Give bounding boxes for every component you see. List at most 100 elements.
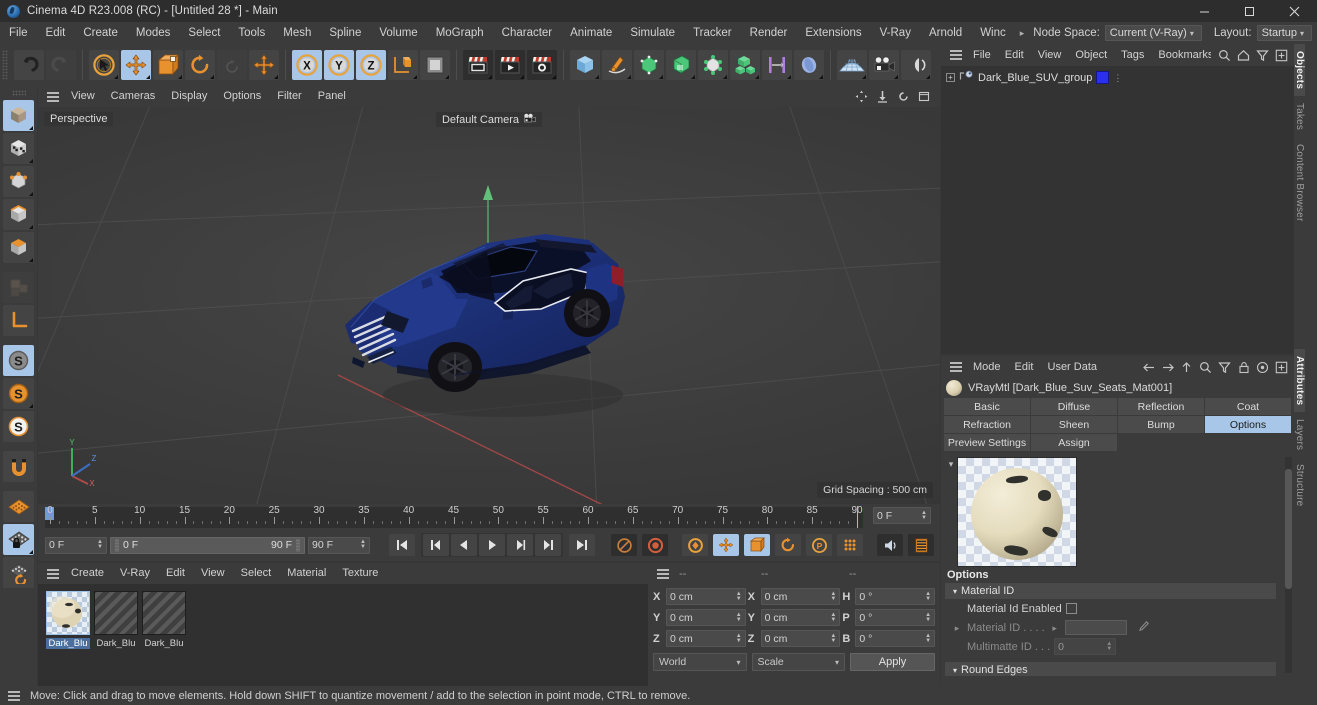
home-icon[interactable] [1236, 48, 1251, 63]
viewport-menu-filter[interactable]: Filter [269, 86, 309, 107]
material-id-enabled-checkbox[interactable] [1065, 603, 1077, 614]
spinner-icon[interactable]: ▲ ▼ [921, 510, 927, 521]
uv-mode-button[interactable] [3, 272, 34, 303]
add-floor-button[interactable] [837, 50, 867, 80]
transform-mode-select[interactable]: Scale ▾ [751, 653, 845, 671]
spinner-icon[interactable]: ▲ ▼ [830, 612, 836, 623]
status-hamburger-icon[interactable] [4, 685, 24, 705]
record-button[interactable] [642, 534, 668, 556]
material-item[interactable]: Dark_Blu [142, 591, 186, 686]
tab-coat[interactable]: Coat [1205, 398, 1291, 415]
menu-vray[interactable]: V-Ray [871, 22, 920, 44]
menu-arnold[interactable]: Arnold [920, 22, 971, 44]
attribute-menu-edit[interactable]: Edit [1008, 356, 1041, 378]
lock-workplane-button[interactable] [3, 524, 34, 555]
edges-mode-button[interactable] [3, 199, 34, 230]
rotate-tool[interactable] [185, 50, 215, 80]
forward-arrow-icon[interactable] [1160, 360, 1175, 375]
menu-simulate[interactable]: Simulate [621, 22, 684, 44]
menu-edit[interactable]: Edit [37, 22, 75, 44]
scale-tool[interactable] [153, 50, 183, 80]
suv-3d-model[interactable] [335, 207, 665, 422]
right-tab-takes[interactable]: Takes [1294, 96, 1305, 137]
target-icon[interactable] [1255, 360, 1270, 375]
object-menu-view[interactable]: View [1031, 44, 1069, 66]
object-menu-tags[interactable]: Tags [1114, 44, 1151, 66]
filter-icon[interactable] [1217, 360, 1232, 375]
object-menu-edit[interactable]: Edit [998, 44, 1031, 66]
timeline-button[interactable] [908, 534, 934, 556]
world-coordinate-system[interactable] [388, 50, 418, 80]
spinner-icon[interactable]: ▲ ▼ [925, 633, 931, 644]
right-tab-structure[interactable]: Structure [1294, 457, 1305, 513]
autokey-button[interactable] [611, 534, 637, 556]
step-back-button[interactable] [451, 534, 477, 556]
workplane-mode-button[interactable] [3, 491, 34, 522]
material-thumbnail[interactable] [94, 591, 138, 635]
tab-bump[interactable]: Bump [1118, 416, 1204, 433]
viewport-menu-options[interactable]: Options [215, 86, 269, 107]
pos-x-field[interactable]: 0 cm ▲ ▼ [666, 588, 746, 605]
spinner-icon[interactable]: ▲ ▼ [736, 633, 742, 644]
record-pla-button[interactable]: P [806, 534, 832, 556]
toolbar-grip[interactable] [2, 50, 8, 80]
step-forward-button[interactable] [507, 534, 533, 556]
coordinate-system-select[interactable]: World ▾ [653, 653, 747, 671]
timeline-start-field[interactable]: 0 F ▲ ▼ [45, 536, 107, 554]
scene-button[interactable] [762, 50, 792, 80]
record-position-button[interactable] [713, 534, 739, 556]
filter-icon[interactable] [1255, 48, 1270, 63]
menu-file[interactable]: File [0, 22, 37, 44]
object-row-dark-blue-suv-group[interactable]: + Dark_Blue_SUV_group ⋮ [941, 69, 1294, 86]
material-id-color-field[interactable] [1064, 620, 1127, 635]
spinner-icon[interactable]: ▲ ▼ [925, 591, 931, 602]
timeline-range-slider[interactable]: 0 F 90 F [110, 536, 305, 554]
next-key-button[interactable] [535, 534, 561, 556]
chevron-down-icon[interactable]: ▾ [945, 457, 957, 471]
spline-generator-button[interactable] [666, 50, 696, 80]
play-button[interactable] [479, 534, 505, 556]
menu-extensions[interactable]: Extensions [796, 22, 870, 44]
menu-render[interactable]: Render [741, 22, 797, 44]
points-mode-button[interactable] [3, 166, 34, 197]
field-button[interactable] [794, 50, 824, 80]
object-tag-swatch[interactable] [1096, 71, 1110, 84]
tab-basic[interactable]: Basic [944, 398, 1030, 415]
menu-tools[interactable]: Tools [229, 22, 274, 44]
pan-icon[interactable] [855, 90, 868, 103]
rotate-tool-alt[interactable] [217, 50, 247, 80]
eyedropper-icon[interactable] [1137, 620, 1150, 636]
previous-key-button[interactable] [423, 534, 449, 556]
tab-options[interactable]: Options [1205, 416, 1291, 433]
right-tab-objects[interactable]: Objects [1294, 44, 1305, 97]
render-to-picture-viewer-button[interactable] [495, 50, 525, 80]
back-arrow-icon[interactable] [1141, 360, 1156, 375]
planar-workplane-button[interactable] [3, 557, 34, 588]
add-spline-button[interactable] [602, 50, 632, 80]
rotate-icon[interactable] [897, 90, 910, 103]
viewport-menu-view[interactable]: View [63, 86, 103, 107]
material-menu-edit[interactable]: Edit [158, 563, 193, 584]
add-icon[interactable] [1274, 48, 1289, 63]
object-menu-file[interactable]: File [966, 44, 998, 66]
viewport-menu-panel[interactable]: Panel [310, 86, 354, 107]
chevron-right-icon[interactable]: ▸ [951, 621, 963, 635]
current-frame-field[interactable]: 0 F ▲ ▼ [873, 507, 931, 524]
spinner-icon[interactable]: ▲ ▼ [736, 612, 742, 623]
menu-tracker[interactable]: Tracker [684, 22, 741, 44]
left-toolbar-grip[interactable] [11, 90, 26, 96]
add-cube-button[interactable] [570, 50, 600, 80]
menu-mesh[interactable]: Mesh [274, 22, 320, 44]
spinner-icon[interactable]: ▲ ▼ [97, 539, 103, 550]
spinner-icon[interactable]: ▲ ▼ [1106, 641, 1112, 652]
minimize-button[interactable] [1182, 0, 1227, 22]
menu-spline[interactable]: Spline [320, 22, 370, 44]
size-x-field[interactable]: 0 cm ▲ ▼ [760, 588, 841, 605]
material-menu-hamburger-icon[interactable] [43, 563, 63, 584]
material-menu-vray[interactable]: V-Ray [112, 563, 158, 584]
object-tree[interactable]: + Dark_Blue_SUV_group ⋮ [941, 66, 1294, 354]
render-view-button[interactable] [463, 50, 493, 80]
material-menu-view[interactable]: View [193, 563, 233, 584]
object-menu-hamburger-icon[interactable] [946, 45, 966, 66]
attribute-hamburger-icon[interactable] [946, 357, 966, 378]
